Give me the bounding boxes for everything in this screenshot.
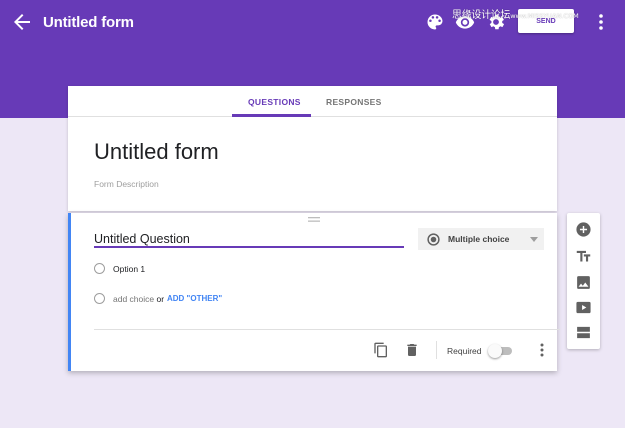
toggle-knob bbox=[488, 344, 502, 358]
palette-icon[interactable] bbox=[425, 12, 445, 32]
arrow-left-icon[interactable] bbox=[10, 10, 34, 34]
add-question-icon[interactable] bbox=[575, 221, 592, 238]
more-vert-icon[interactable] bbox=[538, 342, 546, 358]
watermark-site: www.MISSYUAN.COM bbox=[510, 12, 579, 20]
add-section-icon[interactable] bbox=[575, 324, 592, 341]
question-type-label: Multiple choice bbox=[448, 234, 510, 244]
add-choice-label: add choice bbox=[113, 294, 155, 304]
tab-responses[interactable]: RESPONSES bbox=[326, 97, 382, 107]
option-radio bbox=[94, 263, 105, 274]
watermark-text: 思缘设计论坛 bbox=[452, 10, 511, 21]
radio-checked-icon bbox=[427, 233, 440, 246]
add-choice[interactable]: add choice or bbox=[113, 294, 164, 304]
add-image-icon[interactable] bbox=[575, 274, 592, 291]
option-label[interactable]: Option 1 bbox=[113, 264, 145, 274]
drag-handle-icon[interactable] bbox=[308, 217, 320, 223]
add-video-icon[interactable] bbox=[575, 299, 592, 316]
footer-divider bbox=[94, 329, 560, 330]
add-title-icon[interactable] bbox=[575, 248, 592, 265]
or-label: or bbox=[156, 294, 165, 304]
side-toolbar bbox=[567, 213, 600, 349]
question-title-input[interactable]: Untitled Question bbox=[94, 230, 404, 248]
add-other-link[interactable]: ADD "OTHER" bbox=[167, 294, 222, 303]
tab-bar: QUESTIONS RESPONSES bbox=[68, 86, 557, 117]
tab-questions[interactable]: QUESTIONS bbox=[248, 97, 301, 107]
question-type-select[interactable]: Multiple choice bbox=[418, 228, 544, 250]
active-tab-indicator bbox=[232, 114, 311, 117]
required-label: Required bbox=[447, 346, 482, 356]
caret-down-icon bbox=[530, 237, 538, 242]
add-choice-radio bbox=[94, 293, 105, 304]
form-header-card: QUESTIONS RESPONSES Untitled form Form D… bbox=[68, 86, 557, 211]
question-card: Untitled Question Multiple choice Option… bbox=[68, 213, 560, 371]
app-title: Untitled form bbox=[43, 14, 134, 31]
more-vert-icon[interactable] bbox=[596, 10, 606, 34]
duplicate-icon[interactable] bbox=[373, 342, 389, 358]
watermark: 思缘设计论坛www.MISSYUAN.COM bbox=[452, 6, 579, 21]
delete-icon[interactable] bbox=[404, 342, 420, 358]
footer-separator bbox=[436, 341, 437, 359]
form-description-field[interactable]: Form Description bbox=[94, 179, 159, 189]
question-title: Untitled Question bbox=[94, 232, 190, 246]
form-title[interactable]: Untitled form bbox=[94, 139, 219, 165]
required-toggle[interactable] bbox=[488, 344, 512, 358]
